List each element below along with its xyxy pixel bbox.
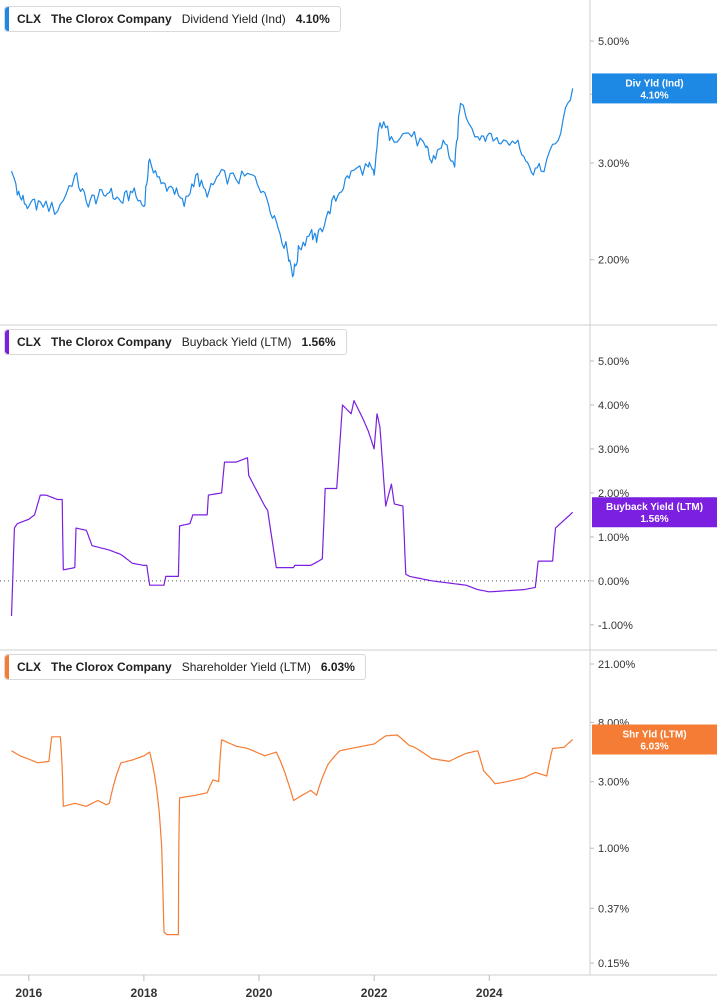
y-tick-label: 3.00%	[598, 158, 629, 170]
current-value-tag-value: 4.10%	[640, 90, 668, 101]
x-tick-label: 2018	[131, 986, 158, 1000]
y-tick-label: 3.00%	[598, 444, 629, 456]
current-value-tag-value: 6.03%	[640, 741, 668, 752]
y-tick-label: 0.00%	[598, 576, 629, 588]
legend-ticker: CLX	[17, 12, 41, 26]
y-tick-label: 3.00%	[598, 777, 629, 789]
legend-value: 1.56%	[301, 335, 336, 349]
y-tick-label: 4.00%	[598, 400, 629, 412]
series-line	[10, 400, 574, 617]
legend-company: The Clorox Company	[51, 12, 172, 26]
y-tick-label: 1.00%	[598, 532, 629, 544]
y-tick-label: 5.00%	[598, 356, 629, 368]
y-tick-label: 0.37%	[598, 903, 629, 915]
current-value-tag-label: Shr Yld (LTM)	[622, 729, 686, 740]
legend-value: 4.10%	[295, 12, 330, 26]
legend-dividend-yield[interactable]: CLX The Clorox Company Dividend Yield (I…	[4, 6, 341, 32]
x-tick-label: 2024	[476, 986, 503, 1000]
current-value-tag-label: Div Yld (Ind)	[625, 78, 683, 89]
x-tick-label: 2016	[15, 986, 42, 1000]
y-tick-label: 2.00%	[598, 255, 629, 267]
series-line	[10, 88, 574, 278]
legend-swatch	[5, 7, 9, 31]
series-line	[11, 734, 574, 936]
legend-company: The Clorox Company	[51, 335, 172, 349]
x-tick-label: 2020	[246, 986, 273, 1000]
y-tick-label: 1.00%	[598, 843, 629, 855]
legend-value: 6.03%	[320, 660, 355, 674]
current-value-tag-label: Buyback Yield (LTM)	[606, 502, 703, 513]
chart-svg: 5.00%4.00%3.00%2.00%Div Yld (Ind)4.10%5.…	[0, 0, 717, 1000]
legend-metric: Buyback Yield (LTM)	[181, 335, 292, 349]
legend-metric: Dividend Yield (Ind)	[181, 12, 286, 26]
y-tick-label: 21.00%	[598, 659, 636, 671]
legend-swatch	[5, 655, 9, 679]
current-value-tag-value: 1.56%	[640, 514, 668, 525]
legend-shareholder-yield[interactable]: CLX The Clorox Company Shareholder Yield…	[4, 654, 366, 680]
legend-company: The Clorox Company	[51, 660, 172, 674]
legend-swatch	[5, 330, 9, 354]
legend-buyback-yield[interactable]: CLX The Clorox Company Buyback Yield (LT…	[4, 329, 347, 355]
legend-ticker: CLX	[17, 660, 41, 674]
legend-metric: Shareholder Yield (LTM)	[181, 660, 311, 674]
x-tick-label: 2022	[361, 986, 388, 1000]
y-tick-label: 5.00%	[598, 36, 629, 48]
y-tick-label: 0.15%	[598, 958, 629, 970]
legend-ticker: CLX	[17, 335, 41, 349]
y-tick-label: -1.00%	[598, 620, 633, 632]
